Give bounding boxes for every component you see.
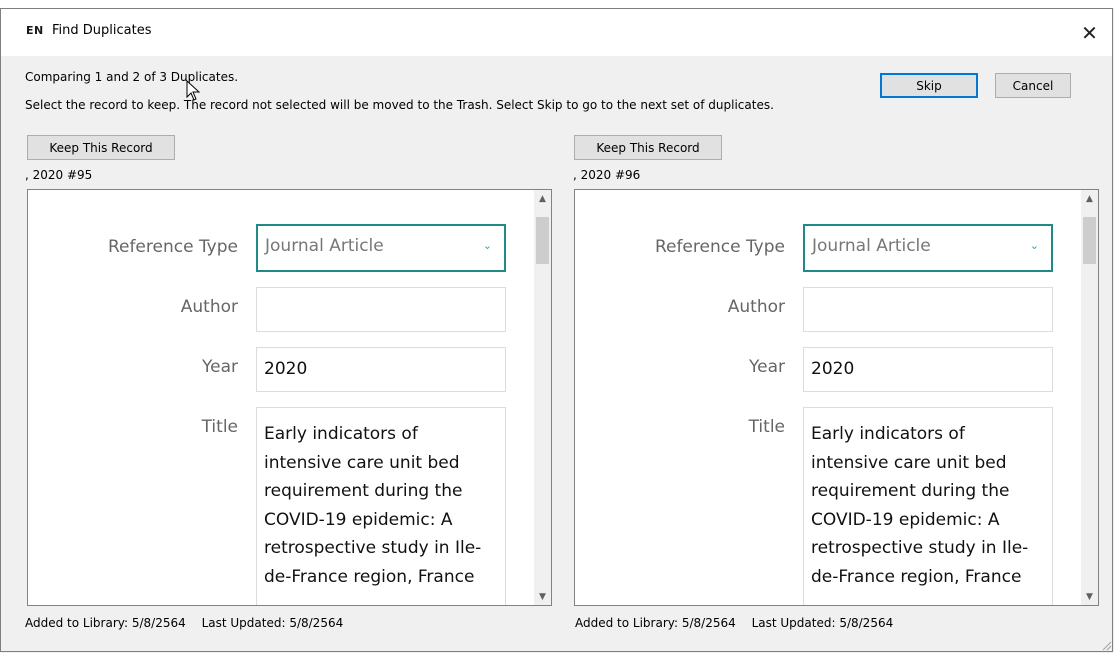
top-strip: [0, 0, 1114, 8]
comparing-status: Comparing 1 and 2 of 3 Duplicates.: [25, 70, 239, 84]
title-field[interactable]: Early indicators of intensive care unit …: [803, 407, 1053, 605]
title-bar: EN Find Duplicates ✕: [1, 9, 1112, 56]
author-label: Author: [180, 297, 238, 317]
title-value: Early indicators of intensive care unit …: [264, 424, 482, 587]
chevron-down-icon: ⌄: [1029, 239, 1039, 252]
scroll-up-icon[interactable]: ▲: [534, 190, 551, 207]
author-field[interactable]: [256, 287, 506, 332]
scroll-up-icon[interactable]: ▲: [1081, 190, 1098, 207]
chevron-down-icon: ⌄: [482, 239, 492, 252]
close-button[interactable]: ✕: [1067, 9, 1112, 56]
year-value: 2020: [264, 359, 308, 379]
reference-type-value: Journal Article: [265, 236, 384, 256]
scroll-down-icon[interactable]: ▼: [534, 588, 551, 605]
title-label: Title: [748, 417, 785, 437]
year-label: Year: [749, 357, 785, 377]
reference-type-select[interactable]: Journal Article ⌄: [803, 224, 1053, 272]
vertical-scrollbar[interactable]: ▲ ▼: [534, 190, 551, 605]
reference-type-select[interactable]: Journal Article ⌄: [256, 224, 506, 272]
year-value: 2020: [811, 359, 855, 379]
reference-type-label: Reference Type: [107, 237, 238, 257]
reference-type-label: Reference Type: [654, 237, 785, 257]
updated-date: Last Updated: 5/8/2564: [751, 616, 894, 630]
year-label: Year: [202, 357, 238, 377]
record-left-footer: Added to Library: 5/8/2564 Last Updated:…: [25, 616, 343, 630]
author-field[interactable]: [803, 287, 1053, 332]
year-field[interactable]: 2020: [803, 347, 1053, 392]
mouse-cursor-icon: [186, 80, 201, 101]
updated-date: Last Updated: 5/8/2564: [201, 616, 344, 630]
instructions-text: Select the record to keep. The record no…: [25, 98, 774, 112]
dialog-title: Find Duplicates: [52, 23, 152, 38]
skip-button[interactable]: Skip: [880, 73, 978, 98]
vertical-scrollbar[interactable]: ▲ ▼: [1081, 190, 1098, 605]
cancel-button[interactable]: Cancel: [995, 73, 1071, 98]
keep-record-left-button[interactable]: Keep This Record: [27, 135, 175, 160]
close-icon: ✕: [1081, 20, 1098, 45]
record-left-header: , 2020 #95: [25, 168, 93, 182]
record-left-panel: Reference Type Journal Article ⌄ Author …: [27, 189, 552, 606]
scroll-thumb[interactable]: [536, 217, 549, 264]
scroll-down-icon[interactable]: ▼: [1081, 588, 1098, 605]
record-right-footer: Added to Library: 5/8/2564 Last Updated:…: [575, 616, 893, 630]
scroll-thumb[interactable]: [1083, 217, 1096, 264]
record-right-panel: Reference Type Journal Article ⌄ Author …: [574, 189, 1099, 606]
title-label: Title: [201, 417, 238, 437]
year-field[interactable]: 2020: [256, 347, 506, 392]
added-date: Added to Library: 5/8/2564: [575, 616, 736, 630]
resize-grip-icon[interactable]: [1100, 639, 1112, 651]
added-date: Added to Library: 5/8/2564: [25, 616, 186, 630]
title-field[interactable]: Early indicators of intensive care unit …: [256, 407, 506, 605]
author-label: Author: [727, 297, 785, 317]
record-right-header: , 2020 #96: [573, 168, 641, 182]
keep-record-right-button[interactable]: Keep This Record: [574, 135, 722, 160]
app-icon: EN: [26, 24, 44, 37]
reference-type-value: Journal Article: [812, 236, 931, 256]
title-value: Early indicators of intensive care unit …: [811, 424, 1029, 587]
